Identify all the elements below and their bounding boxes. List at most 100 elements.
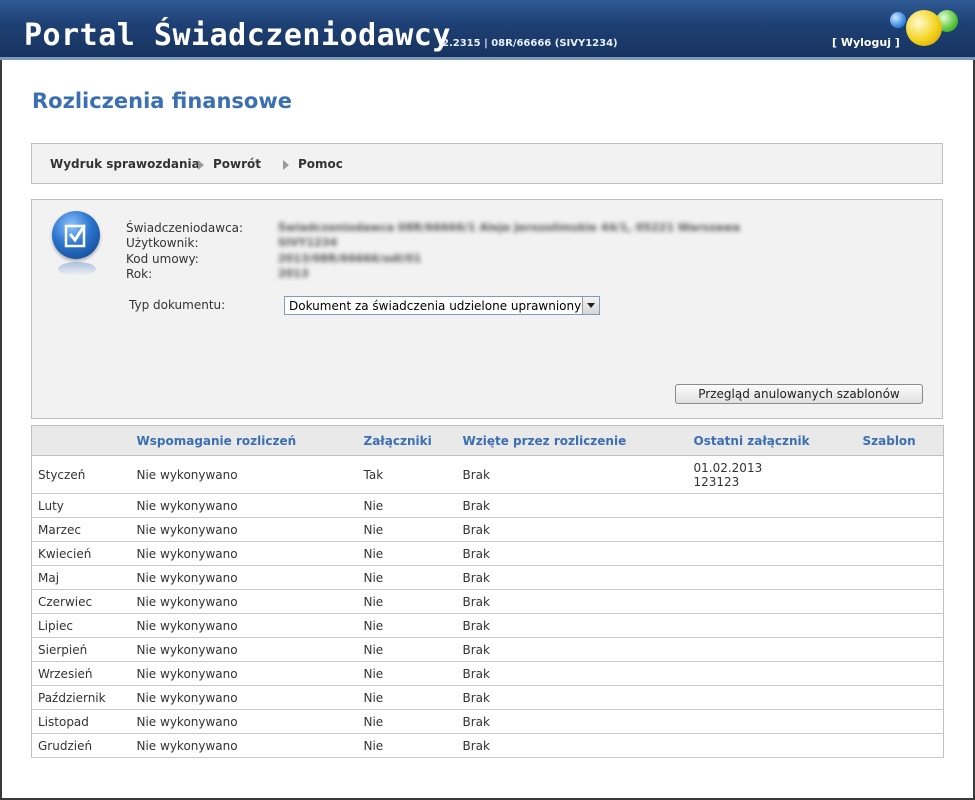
year-value: 2013 (278, 267, 309, 280)
cell-last-attachment (693, 685, 863, 710)
cell-attachments: Nie (363, 517, 463, 542)
cell-attachments: Nie (363, 661, 463, 686)
cell-taken: Brak (462, 733, 694, 758)
table-row: Marzec Nie wykonywano Nie Brak (31, 517, 944, 542)
cell-support: Nie wykonywano (136, 455, 364, 494)
version-info: 2.2315 | 08R/66666 (SIVY1234) (442, 38, 618, 49)
provider-value: Świadczeniodawca 08R/66666/1 Aleje Jeroz… (278, 221, 741, 234)
cell-attachments: Nie (363, 565, 463, 590)
cell-month: Luty (31, 493, 137, 518)
cell-month: Marzec (31, 517, 137, 542)
cell-last-attachment (693, 661, 863, 686)
table-header-row: Wspomaganie rozliczeń Załączniki Wzięte … (31, 425, 944, 456)
col-header-support[interactable]: Wspomaganie rozliczeń (136, 425, 364, 456)
cell-month: Lipiec (31, 613, 137, 638)
print-report-link[interactable]: Wydruk sprawozdania (50, 157, 200, 171)
cell-month: Kwiecień (31, 541, 137, 566)
cell-template (862, 613, 944, 638)
cell-taken: Brak (462, 637, 694, 662)
col-header-taken[interactable]: Wzięte przez rozliczenie (462, 425, 694, 456)
cell-last-attachment (693, 517, 863, 542)
table-row: Wrzesień Nie wykonywano Nie Brak (31, 661, 944, 686)
action-toolbar: Wydruk sprawozdania Powrót Pomoc (31, 143, 943, 184)
chevron-down-icon[interactable] (582, 297, 599, 314)
cell-taken: Brak (462, 517, 694, 542)
cell-month: Listopad (31, 709, 137, 734)
cell-taken: Brak (462, 661, 694, 686)
cell-attachments: Nie (363, 733, 463, 758)
cell-support: Nie wykonywano (136, 613, 364, 638)
cell-support: Nie wykonywano (136, 661, 364, 686)
cell-last-attachment (693, 733, 863, 758)
cell-taken: Brak (462, 685, 694, 710)
col-header-template[interactable]: Szablon (862, 425, 944, 456)
document-check-icon-glyph (64, 224, 86, 248)
contract-code-value: 2013/08R/66666/odl/01 (278, 252, 422, 265)
cell-month: Sierpień (31, 637, 137, 662)
cell-month: Wrzesień (31, 661, 137, 686)
help-link[interactable]: Pomoc (298, 157, 343, 171)
year-label: Rok: (126, 267, 153, 281)
cell-template (862, 541, 944, 566)
cell-attachments: Nie (363, 493, 463, 518)
table-row: Luty Nie wykonywano Nie Brak (31, 493, 944, 518)
cell-template (862, 661, 944, 686)
user-label: Użytkownik: (126, 236, 199, 250)
cell-template (862, 517, 944, 542)
col-header-month (31, 425, 137, 456)
cell-attachments: Nie (363, 685, 463, 710)
logo-blue-orb-icon (890, 12, 906, 28)
doc-type-select[interactable]: Dokument za świadczenia udzielone uprawn… (284, 296, 600, 315)
cell-support: Nie wykonywano (136, 709, 364, 734)
cell-support: Nie wykonywano (136, 517, 364, 542)
table-row: Październik Nie wykonywano Nie Brak (31, 685, 944, 710)
provider-label: Świadczeniodawca: (126, 221, 244, 235)
cell-template (862, 637, 944, 662)
cell-template (862, 565, 944, 590)
cell-taken: Brak (462, 589, 694, 614)
header-bar: Portal Świadczeniodawcy 2.2315 | 08R/666… (0, 0, 975, 60)
cell-template[interactable] (862, 455, 944, 494)
cell-attachments: Nie (363, 589, 463, 614)
col-header-attachments[interactable]: Załączniki (363, 425, 463, 456)
table-row: Kwiecień Nie wykonywano Nie Brak (31, 541, 944, 566)
table-row: Sierpień Nie wykonywano Nie Brak (31, 637, 944, 662)
doc-type-selected-value: Dokument za świadczenia udzielone uprawn… (289, 299, 581, 313)
logout-link[interactable]: [ Wyloguj ] (832, 36, 900, 49)
logo-yellow-orb-icon (906, 10, 942, 46)
cell-support: Nie wykonywano (136, 589, 364, 614)
cell-last-attachment (693, 493, 863, 518)
cell-last-attachment (693, 589, 863, 614)
table-row: Listopad Nie wykonywano Nie Brak (31, 709, 944, 734)
cell-attachments: Nie (363, 709, 463, 734)
last-attachment-date: 01.02.2013 (693, 460, 763, 475)
cell-template (862, 685, 944, 710)
cell-support: Nie wykonywano (136, 733, 364, 758)
cell-month: Grudzień (31, 733, 137, 758)
user-value: SIVY1234 (278, 236, 338, 249)
settlements-table: Wspomaganie rozliczeń Załączniki Wzięte … (31, 425, 944, 758)
cell-month: Maj (31, 565, 137, 590)
cell-support: Nie wykonywano (136, 493, 364, 518)
col-header-last-attachment[interactable]: Ostatni załącznik (693, 425, 863, 456)
icon-reflection (58, 262, 96, 276)
portal-title: Portal Świadczeniodawcy (24, 18, 451, 53)
cancelled-templates-button[interactable]: Przegląd anulowanych szablonów (675, 384, 923, 404)
table-row: Lipiec Nie wykonywano Nie Brak (31, 613, 944, 638)
cell-month: Styczeń (31, 455, 137, 494)
doc-type-label: Typ dokumentu: (129, 298, 226, 312)
contract-code-label: Kod umowy: (126, 252, 199, 266)
table-row: Styczeń Nie wykonywano Tak Brak 01.02.20… (31, 455, 944, 494)
table-row: Czerwiec Nie wykonywano Nie Brak (31, 589, 944, 614)
cell-template (862, 493, 944, 518)
cell-support: Nie wykonywano (136, 685, 364, 710)
cell-taken: Brak (462, 493, 694, 518)
cell-month: Październik (31, 685, 137, 710)
triangle-right-icon (283, 160, 289, 170)
back-link[interactable]: Powrót (213, 157, 261, 171)
page-title: Rozliczenia finansowe (32, 89, 292, 113)
cell-template (862, 733, 944, 758)
cell-month: Czerwiec (31, 589, 137, 614)
cell-template (862, 589, 944, 614)
cell-attachments: Tak (363, 455, 463, 494)
